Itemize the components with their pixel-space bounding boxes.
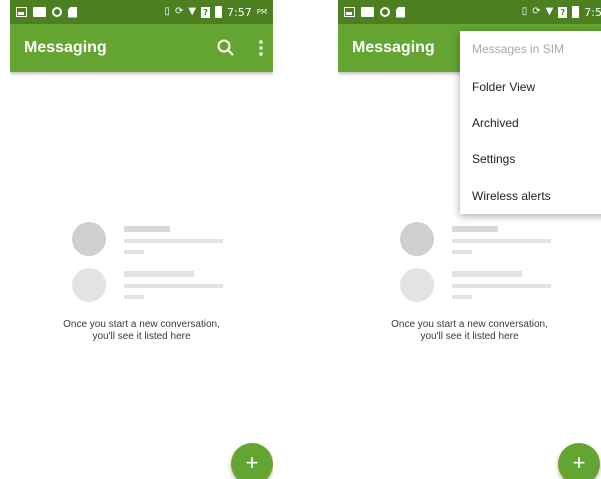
status-ampm: PM [256,8,267,16]
line-placeholder [124,271,194,277]
vibrate-icon: ▯ [521,6,528,17]
line-placeholder [124,284,223,288]
empty-state-message: Once you start a new conversation, you'l… [338,319,601,343]
sync-icon: ⟳ [532,6,541,17]
line-placeholder [124,239,223,243]
app-bar: Messaging [10,24,273,72]
menu-item-archived[interactable]: Archived [472,116,519,130]
battery-icon [572,6,580,18]
empty-state-line: you'll see it listed here [92,331,191,342]
status-bar: ▯ ⟳ ▼ ? 7:57 [338,0,601,24]
circle-icon [52,7,62,17]
empty-state-line: Once you start a new conversation, [63,319,220,330]
menu-item-messages-in-sim: Messages in SIM [472,42,565,56]
folder-icon [33,7,46,17]
line-placeholder [124,295,144,299]
empty-state-illustration [338,222,601,312]
line-placeholder [452,239,551,243]
app-title: Messaging [24,39,107,56]
menu-item-folder-view[interactable]: Folder View [472,80,535,94]
app-title: Messaging [352,39,435,56]
avatar-placeholder [400,268,434,302]
messaging-screen: ▯ ⟳ ▼ ? 7:57 PM Messaging Once you start… [10,0,273,479]
empty-state-line: Once you start a new conversation, [391,319,548,330]
line-placeholder [452,226,498,232]
line-placeholder [452,284,551,288]
empty-state-line: you'll see it listed here [420,331,519,342]
menu-item-wireless-alerts[interactable]: Wireless alerts [472,189,551,203]
status-time: 7:57 [584,5,601,19]
sd-card-icon [396,6,405,18]
avatar-placeholder [72,222,106,256]
status-time: 7:57 [227,5,252,19]
image-icon [344,7,355,17]
search-icon[interactable] [216,38,236,58]
new-conversation-button[interactable]: + [558,443,600,479]
add-icon: + [572,450,586,475]
messaging-screen-menu-open: ▯ ⟳ ▼ ? 7:57 Messaging Once you start a … [338,0,601,479]
line-placeholder [124,226,170,232]
sim-icon: ? [201,6,211,18]
empty-state-illustration [10,222,273,312]
sd-card-icon [68,6,77,18]
vibrate-icon: ▯ [164,6,170,17]
sim-icon: ? [558,6,568,18]
folder-icon [361,7,374,17]
sync-icon: ⟳ [174,6,184,17]
menu-item-settings[interactable]: Settings [472,152,515,166]
circle-icon [380,7,390,17]
battery-icon [215,6,223,18]
status-bar: ▯ ⟳ ▼ ? 7:57 PM [10,0,273,24]
add-icon: + [245,450,259,475]
wifi-icon: ▼ [188,6,197,17]
wifi-icon: ▼ [545,6,554,17]
image-icon [16,7,27,17]
line-placeholder [452,250,472,254]
avatar-placeholder [72,268,106,302]
line-placeholder [452,271,522,277]
avatar-placeholder [400,222,434,256]
empty-state-message: Once you start a new conversation, you'l… [10,319,273,343]
line-placeholder [452,295,472,299]
overflow-menu: Messages in SIM Folder View Archived Set… [460,31,601,214]
line-placeholder [124,250,144,254]
new-conversation-button[interactable]: + [231,443,273,479]
overflow-menu-icon[interactable] [251,38,271,58]
